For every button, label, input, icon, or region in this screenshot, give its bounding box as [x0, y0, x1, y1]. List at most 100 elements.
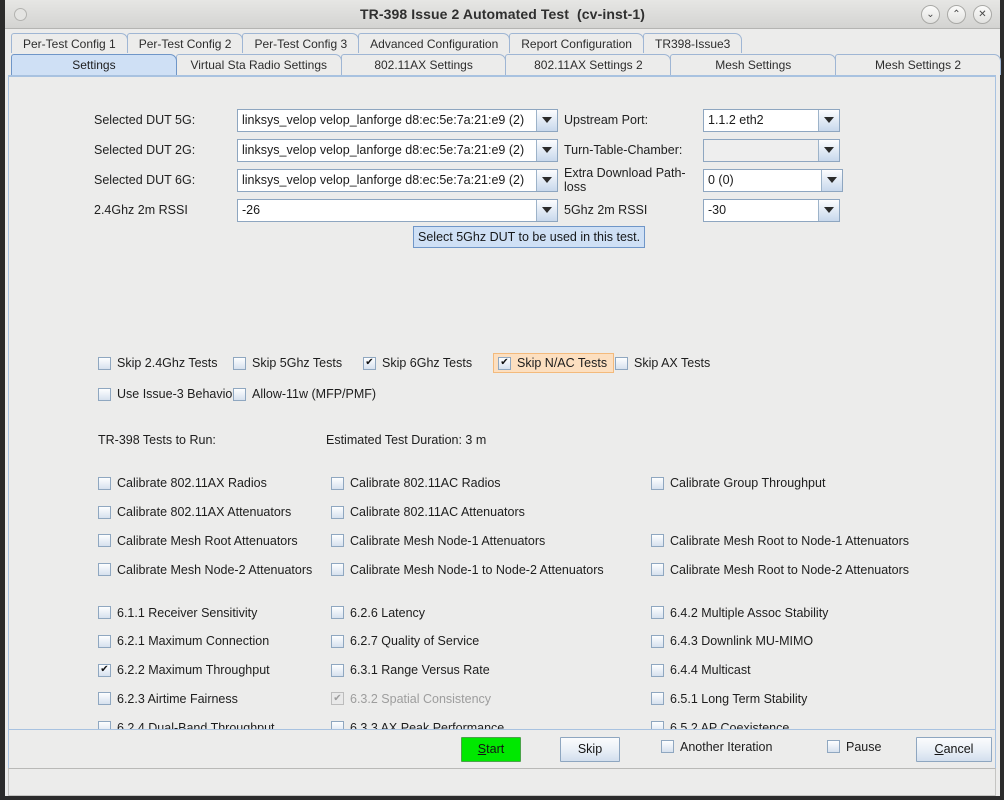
- tab-per-test-config-2[interactable]: Per-Test Config 2: [126, 33, 244, 53]
- test-checkbox-6-2-6-latency[interactable]: 6.2.6 Latency: [331, 606, 425, 620]
- start-button[interactable]: Start: [461, 736, 521, 762]
- test-checkbox-6-2-1-maximum-connection[interactable]: 6.2.1 Maximum Connection: [98, 634, 269, 648]
- test-checkbox-calibrate-group-throughput[interactable]: Calibrate Group Throughput: [651, 476, 825, 490]
- chevron-down-icon[interactable]: [821, 169, 842, 191]
- chevron-down-icon[interactable]: [536, 199, 557, 221]
- checkbox-icon: [331, 663, 344, 677]
- skip-button[interactable]: Skip: [560, 736, 620, 762]
- another-iteration-checkbox-another-iteration[interactable]: Another Iteration: [661, 740, 772, 754]
- option-checkbox-use-issue-3-behaviour[interactable]: Use Issue-3 Behaviour: [98, 387, 243, 401]
- checkbox-icon: [651, 721, 664, 729]
- test-checkbox-6-4-3-downlink-mu-mimo[interactable]: 6.4.3 Downlink MU-MIMO: [651, 634, 813, 648]
- tab-mesh-settings-2[interactable]: Mesh Settings 2: [835, 54, 1001, 75]
- checkbox-label: Skip 5Ghz Tests: [252, 356, 343, 370]
- test-checkbox-6-4-2-multiple-assoc-stability[interactable]: 6.4.2 Multiple Assoc Stability: [651, 606, 828, 620]
- chevron-down-icon[interactable]: [818, 199, 839, 221]
- checkbox-label: 6.2.7 Quality of Service: [350, 634, 480, 649]
- test-checkbox-calibrate-mesh-root-to-node-1-attenuators[interactable]: Calibrate Mesh Root to Node-1 Attenuator…: [651, 534, 909, 548]
- chevron-down-icon[interactable]: [818, 109, 839, 131]
- test-checkbox-calibrate-802-11ac-attenuators[interactable]: Calibrate 802.11AC Attenuators: [331, 505, 525, 519]
- checkbox-icon: [331, 634, 344, 648]
- tab-report-configuration[interactable]: Report Configuration: [509, 33, 644, 53]
- label-turn-table: Turn-Table-Chamber:: [564, 143, 683, 157]
- test-checkbox-calibrate-mesh-root-to-node-2-attenuators[interactable]: Calibrate Mesh Root to Node-2 Attenuator…: [651, 563, 909, 577]
- label-upstream-port: Upstream Port:: [564, 113, 649, 127]
- checkbox-label: Calibrate 802.11AC Radios: [350, 476, 501, 491]
- estimated-duration-label: Estimated Test Duration: 3 m: [326, 433, 487, 447]
- test-checkbox-calibrate-mesh-root-attenuators[interactable]: Calibrate Mesh Root Attenuators: [98, 534, 298, 548]
- chevron-down-icon[interactable]: ⌄: [921, 5, 940, 24]
- chevron-down-icon[interactable]: [536, 169, 557, 191]
- test-checkbox-6-2-7-quality-of-service[interactable]: 6.2.7 Quality of Service: [331, 634, 479, 648]
- test-checkbox-6-4-4-multicast[interactable]: 6.4.4 Multicast: [651, 663, 751, 677]
- test-checkbox-6-2-4-dual-band-throughput[interactable]: 6.2.4 Dual-Band Throughput: [98, 721, 275, 729]
- test-row-empty: [651, 498, 951, 527]
- test-checkbox-calibrate-802-11ax-attenuators[interactable]: Calibrate 802.11AX Attenuators: [98, 505, 291, 519]
- checkbox-label: 6.5.2 AP Coexistence: [670, 720, 790, 730]
- dut6g-value: linksys_velop velop_lanforge d8:ec:5e:7a…: [242, 173, 525, 187]
- extra-pathloss-combo[interactable]: 0 (0): [703, 168, 843, 192]
- skip-checkbox-skip-2-4ghz-tests[interactable]: Skip 2.4Ghz Tests: [98, 356, 218, 370]
- turn-table-combo[interactable]: [703, 138, 840, 162]
- skip-checkbox-skip-n-ac-tests[interactable]: Skip N/AC Tests: [493, 353, 615, 373]
- checkbox-label: Calibrate Mesh Root to Node-2 Attenuator…: [670, 562, 910, 577]
- test-checkbox-calibrate-802-11ax-radios[interactable]: Calibrate 802.11AX Radios: [98, 476, 267, 490]
- test-checkbox-6-1-1-receiver-sensitivity[interactable]: 6.1.1 Receiver Sensitivity: [98, 606, 257, 620]
- checkbox-icon: [98, 356, 111, 370]
- rssi-5g-value: -30: [708, 203, 727, 217]
- close-icon[interactable]: ✕: [973, 5, 992, 24]
- skip-checkbox-skip-ax-tests[interactable]: Skip AX Tests: [615, 356, 710, 370]
- checkbox-icon: [98, 606, 111, 620]
- test-checkbox-6-5-1-long-term-stability[interactable]: 6.5.1 Long Term Stability: [651, 692, 807, 706]
- test-checkbox-calibrate-mesh-node-1-attenuators[interactable]: Calibrate Mesh Node-1 Attenuators: [331, 534, 545, 548]
- dut5g-combo[interactable]: linksys_velop velop_lanforge d8:ec:5e:7a…: [237, 108, 558, 132]
- cancel-mnemonic: C: [934, 742, 944, 756]
- tab-per-test-config-1[interactable]: Per-Test Config 1: [11, 33, 128, 53]
- test-checkbox-6-3-1-range-versus-rate[interactable]: 6.3.1 Range Versus Rate: [331, 663, 490, 677]
- rssi-24-value: -26: [242, 203, 261, 217]
- tab-settings[interactable]: Settings: [11, 54, 177, 75]
- test-checkbox-calibrate-mesh-node-2-attenuators[interactable]: Calibrate Mesh Node-2 Attenuators: [98, 563, 312, 577]
- checkbox-icon: [98, 721, 111, 729]
- window-instance-text: (cv-inst-1): [577, 6, 646, 22]
- tab-tr398-issue3[interactable]: TR398-Issue3: [642, 33, 743, 53]
- pause-checkbox-pause[interactable]: Pause: [827, 740, 881, 754]
- tab-mesh-settings[interactable]: Mesh Settings: [670, 54, 837, 75]
- chevron-down-icon[interactable]: [536, 109, 557, 131]
- dut2g-combo[interactable]: linksys_velop velop_lanforge d8:ec:5e:7a…: [237, 138, 558, 162]
- test-checkbox-calibrate-802-11ac-radios[interactable]: Calibrate 802.11AC Radios: [331, 476, 501, 490]
- chevron-down-icon[interactable]: [818, 139, 839, 161]
- option-checkbox-allow-11w-mfp-pmf[interactable]: Allow-11w (MFP/PMF): [233, 387, 376, 401]
- checkbox-icon: [98, 534, 111, 548]
- test-row: 6.2.1 Maximum Connection: [98, 627, 331, 656]
- test-row: 6.4.3 Downlink MU-MIMO: [651, 627, 951, 656]
- checkbox-label: Calibrate 802.11AX Attenuators: [117, 505, 292, 520]
- cancel-rest: ancel: [943, 742, 974, 756]
- tab-per-test-config-3[interactable]: Per-Test Config 3: [242, 33, 360, 53]
- upstream-port-combo[interactable]: 1.1.2 eth2: [703, 108, 840, 132]
- checkbox-icon: [98, 387, 111, 401]
- tab-802-11ax-settings[interactable]: 802.11AX Settings: [340, 54, 507, 75]
- dut6g-combo[interactable]: linksys_velop velop_lanforge d8:ec:5e:7a…: [237, 168, 558, 192]
- test-checkbox-6-2-2-maximum-throughput[interactable]: 6.2.2 Maximum Throughput: [98, 663, 270, 677]
- rssi-5g-combo[interactable]: -30: [703, 198, 840, 222]
- tab-label: TR398-Issue3: [654, 36, 731, 51]
- chevron-down-icon[interactable]: [536, 139, 557, 161]
- test-checkbox-6-5-2-ap-coexistence[interactable]: 6.5.2 AP Coexistence: [651, 720, 790, 730]
- test-checkbox-calibrate-mesh-node-1-to-node-2-attenuators[interactable]: Calibrate Mesh Node-1 to Node-2 Attenuat…: [331, 563, 604, 577]
- rssi-24-combo[interactable]: -26: [237, 198, 558, 222]
- window-menu-icon[interactable]: [14, 8, 27, 21]
- chevron-up-icon[interactable]: ⌃: [947, 5, 966, 24]
- tab-label: Mesh Settings: [715, 58, 792, 72]
- cancel-button[interactable]: Cancel: [916, 736, 992, 762]
- checkbox-icon: [498, 356, 511, 370]
- tab-label: Mesh Settings 2: [875, 58, 962, 72]
- tab-802-11ax-settings-2[interactable]: 802.11AX Settings 2: [505, 54, 672, 75]
- test-checkbox-6-3-3-ax-peak-performance[interactable]: 6.3.3 AX Peak Performance: [331, 721, 504, 729]
- checkbox-label: 6.1.1 Receiver Sensitivity: [117, 605, 258, 620]
- tab-virtual-sta-radio-settings[interactable]: Virtual Sta Radio Settings: [175, 54, 342, 75]
- tab-advanced-configuration[interactable]: Advanced Configuration: [358, 33, 511, 53]
- skip-checkbox-skip-5ghz-tests[interactable]: Skip 5Ghz Tests: [233, 356, 342, 370]
- test-checkbox-6-2-3-airtime-fairness[interactable]: 6.2.3 Airtime Fairness: [98, 692, 238, 706]
- skip-checkbox-skip-6ghz-tests[interactable]: Skip 6Ghz Tests: [363, 356, 472, 370]
